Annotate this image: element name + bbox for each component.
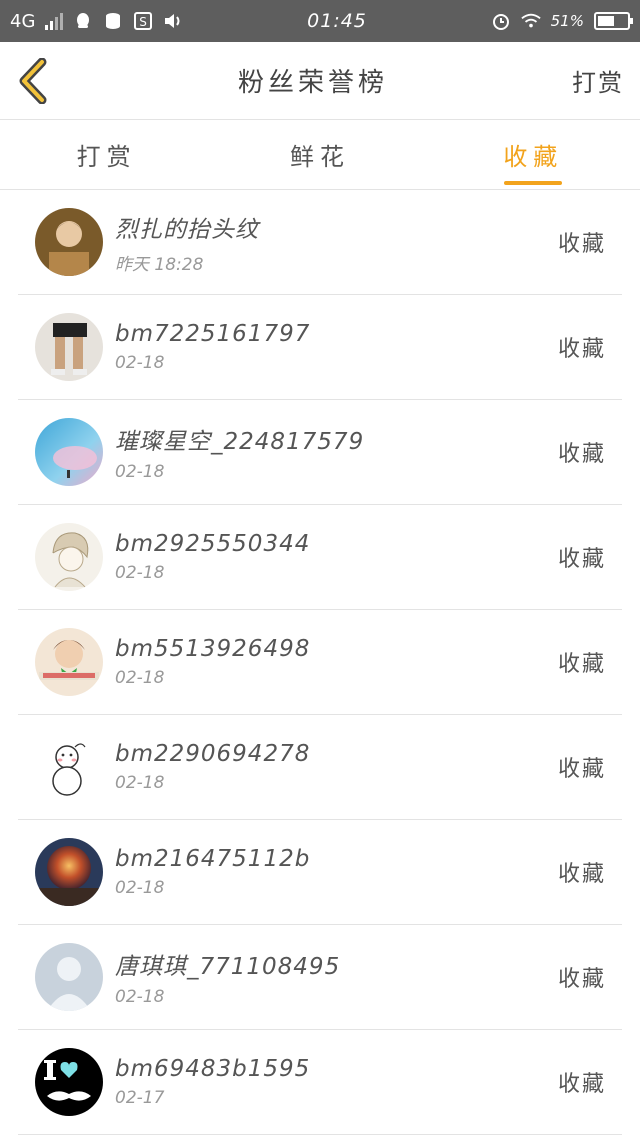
avatar bbox=[35, 523, 103, 591]
tab-favorites[interactable]: 收藏 bbox=[427, 120, 640, 189]
favorite-label: 收藏 bbox=[557, 337, 606, 362]
avatar bbox=[35, 1048, 103, 1116]
list-item-text: bm7225161797 02-18 bbox=[115, 321, 558, 373]
user-name: 唐琪琪_771108495 bbox=[115, 954, 341, 980]
list-item[interactable]: bm216475112b 02-18 收藏 bbox=[18, 820, 622, 925]
back-button[interactable] bbox=[14, 57, 54, 105]
list-item-text: bm5513926498 02-18 bbox=[115, 636, 558, 688]
tab-reward[interactable]: 打赏 bbox=[0, 120, 213, 189]
volume-icon bbox=[163, 12, 183, 30]
timestamp: 02-18 bbox=[115, 462, 165, 482]
list-item-text: 烈扎的抬头纹 昨天 18:28 bbox=[115, 210, 558, 275]
tab-bar: 打赏 鲜花 收藏 bbox=[0, 120, 640, 190]
timestamp: 02-18 bbox=[115, 878, 165, 898]
alarm-icon bbox=[491, 12, 511, 30]
timestamp: 02-18 bbox=[115, 668, 165, 688]
list-item[interactable]: 唐琪琪_771108495 02-18 收藏 bbox=[18, 925, 622, 1030]
favorite-label: 收藏 bbox=[557, 967, 606, 992]
timestamp: 02-18 bbox=[115, 563, 165, 583]
storage-icon bbox=[103, 12, 123, 30]
avatar bbox=[35, 313, 103, 381]
favorite-label: 收藏 bbox=[557, 652, 606, 677]
user-name: bm2290694278 bbox=[115, 741, 311, 767]
chevron-left-icon bbox=[19, 57, 47, 104]
timestamp: 02-18 bbox=[115, 353, 165, 373]
user-name: bm2925550344 bbox=[115, 531, 311, 557]
status-left: 4G S bbox=[10, 11, 183, 32]
list-item[interactable]: 烈扎的抬头纹 昨天 18:28 收藏 bbox=[18, 190, 622, 295]
user-name: 烈扎的抬头纹 bbox=[115, 216, 259, 243]
favorite-label: 收藏 bbox=[557, 1072, 606, 1097]
user-name: bm216475112b bbox=[115, 846, 311, 872]
timestamp: 02-18 bbox=[115, 773, 165, 793]
list-item-text: bm69483b1595 02-17 bbox=[115, 1056, 558, 1108]
favorite-label: 收藏 bbox=[557, 442, 606, 467]
avatar bbox=[35, 418, 103, 486]
favorite-label: 收藏 bbox=[557, 757, 606, 782]
status-right: 51% bbox=[491, 12, 633, 30]
fan-list: 烈扎的抬头纹 昨天 18:28 收藏 bm7225161797 02-18 收藏… bbox=[0, 190, 640, 1135]
list-item[interactable]: 璀璨星空_224817579 02-18 收藏 bbox=[18, 400, 622, 505]
user-name: bm7225161797 bbox=[115, 321, 311, 347]
clock: 01:45 bbox=[307, 10, 367, 32]
user-name: bm5513926498 bbox=[115, 636, 311, 662]
battery-icon bbox=[593, 12, 633, 30]
favorite-label: 收藏 bbox=[557, 232, 606, 257]
avatar bbox=[35, 628, 103, 696]
timestamp: 02-17 bbox=[115, 1088, 165, 1108]
list-item-text: 璀璨星空_224817579 02-18 bbox=[115, 422, 558, 482]
list-item-text: 唐琪琪_771108495 02-18 bbox=[115, 947, 558, 1007]
svg-text:S: S bbox=[140, 15, 148, 29]
user-name: 璀璨星空_224817579 bbox=[115, 429, 365, 455]
timestamp: 02-18 bbox=[115, 987, 165, 1007]
status-bar: 4G S 01:45 51% bbox=[0, 0, 640, 42]
avatar bbox=[35, 733, 103, 801]
page-title: 粉丝荣誉榜 bbox=[237, 68, 388, 98]
avatar bbox=[35, 838, 103, 906]
list-item[interactable]: bm2290694278 02-18 收藏 bbox=[18, 715, 622, 820]
avatar bbox=[35, 943, 103, 1011]
app-s-icon: S bbox=[133, 12, 153, 30]
tab-flowers[interactable]: 鲜花 bbox=[213, 120, 426, 189]
avatar bbox=[35, 208, 103, 276]
timestamp: 昨天 18:28 bbox=[115, 254, 204, 275]
list-item[interactable]: bm7225161797 02-18 收藏 bbox=[18, 295, 622, 400]
favorite-label: 收藏 bbox=[557, 547, 606, 572]
qq-icon bbox=[73, 12, 93, 30]
list-item-text: bm2925550344 02-18 bbox=[115, 531, 558, 583]
signal-icon bbox=[45, 12, 64, 30]
list-item[interactable]: bm69483b1595 02-17 收藏 bbox=[18, 1030, 622, 1135]
list-item-text: bm216475112b 02-18 bbox=[115, 846, 558, 898]
app-header: 粉丝荣誉榜 打赏 bbox=[0, 42, 640, 120]
list-item-text: bm2290694278 02-18 bbox=[115, 741, 558, 793]
network-type: 4G bbox=[10, 10, 36, 32]
list-item[interactable]: bm5513926498 02-18 收藏 bbox=[18, 610, 622, 715]
wifi-icon bbox=[520, 12, 541, 30]
battery-percent: 51% bbox=[550, 12, 584, 30]
favorite-label: 收藏 bbox=[557, 862, 606, 887]
list-item[interactable]: bm2925550344 02-18 收藏 bbox=[18, 505, 622, 610]
reward-button[interactable]: 打赏 bbox=[572, 63, 624, 98]
user-name: bm69483b1595 bbox=[115, 1056, 311, 1082]
